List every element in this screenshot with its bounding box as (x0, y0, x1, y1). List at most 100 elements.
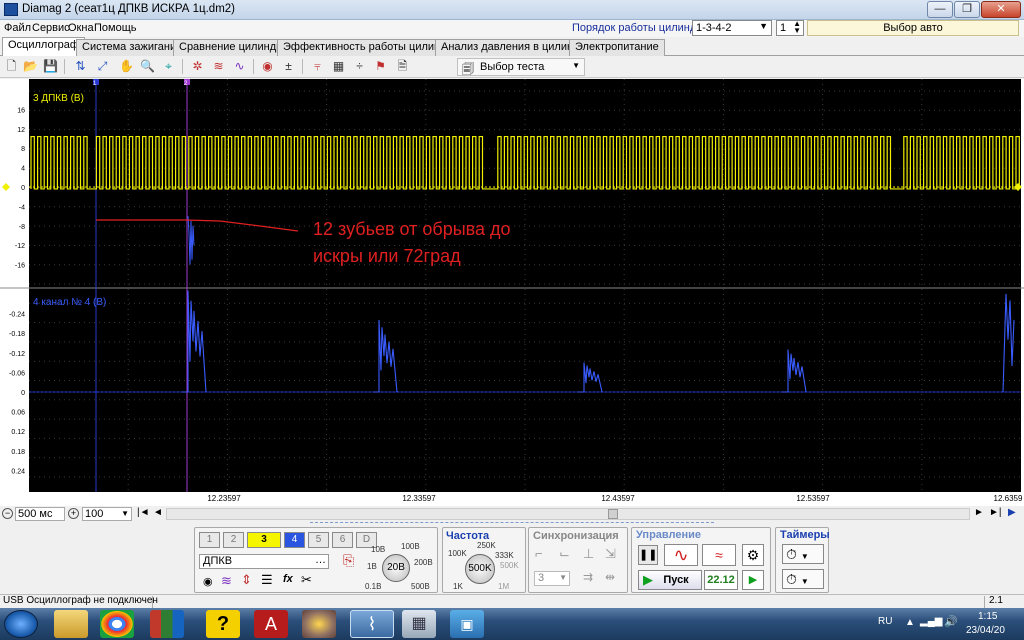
channel-button-2[interactable]: 2 (223, 532, 244, 548)
channel-button-1[interactable]: 1 (199, 532, 220, 548)
auto-mode-icon[interactable]: ⚙ (742, 544, 764, 566)
filter-icon[interactable]: ⌖ (160, 58, 177, 75)
auto-icon[interactable]: ◉ (259, 58, 276, 75)
test-select[interactable]: 🗐 Выбор теста ▼ (457, 58, 585, 76)
spectrum-icon[interactable]: ∿ (231, 58, 248, 75)
paint-icon[interactable] (302, 610, 336, 638)
sync-level-icon[interactable]: ⇉ (583, 570, 593, 584)
channel-button-3[interactable]: 3 (247, 532, 281, 548)
overlay-icon[interactable]: ✲ (189, 58, 206, 75)
tray-arrow-icon[interactable]: ▲ (905, 617, 915, 628)
channel-select[interactable]: ДПКВ … (199, 554, 329, 569)
table-icon[interactable]: ▦ (330, 58, 347, 75)
tab-oscilloscope[interactable]: Осциллограф (2, 37, 85, 56)
chrome-icon[interactable] (100, 610, 134, 638)
sync-shift-icon[interactable]: ⇹ (605, 570, 615, 584)
eye-icon[interactable]: ◉ (203, 575, 213, 588)
play-forward-icon[interactable]: ▶ (1008, 507, 1016, 518)
trigger-rising-icon[interactable]: ⌐ (535, 546, 543, 561)
pause-button[interactable]: ❚❚ (638, 545, 658, 565)
zero-level-icon[interactable]: ± (280, 58, 297, 75)
vertical-move-icon[interactable]: ⇕ (241, 572, 252, 588)
frequency-knob[interactable]: 500K (465, 554, 495, 584)
sync-channel-select[interactable]: 3 ▼ (534, 571, 570, 586)
tab-ignition[interactable]: Система зажигания (76, 39, 189, 56)
minimize-button[interactable]: — (927, 1, 953, 18)
zoom-icon[interactable]: 🔍 (139, 58, 156, 75)
calculator-icon[interactable]: ▦ (402, 610, 436, 638)
tab-power[interactable]: Электропитание (569, 39, 665, 56)
pdf-reader-icon[interactable]: A (254, 610, 288, 638)
timer-2-button[interactable]: ⏱ ▼ (782, 569, 824, 589)
channel-settings-icon[interactable]: ⎘ (343, 552, 354, 569)
toolbar-divider (64, 59, 65, 74)
oscilloscope-chart[interactable]: 12 1612840-4-8-12-163 ДПКВ (В) -0.24-0.1… (0, 79, 1024, 506)
image-viewer-icon[interactable]: ▣ (450, 610, 484, 638)
waves-icon[interactable]: ≋ (210, 58, 227, 75)
zoom-select[interactable]: 100 ▼ (82, 507, 132, 521)
timer-1-button[interactable]: ⏱ ▼ (782, 544, 824, 564)
network-icon[interactable]: ▂▄▆ (920, 616, 942, 627)
menu-help[interactable]: Помощь (94, 22, 137, 34)
clock-time: 1:15 (978, 611, 998, 622)
divide-icon[interactable]: ÷ (351, 58, 368, 75)
menu-file[interactable]: Файл (4, 22, 31, 34)
start-orb[interactable] (4, 610, 38, 638)
marker-flag-icon[interactable]: ⚑ (372, 58, 389, 75)
hand-pan-icon[interactable]: ✋ (118, 58, 135, 75)
explorer-icon[interactable] (54, 610, 88, 638)
oscilloscope-view[interactable]: 12 16 12 8 4 0 -4 -8 -12 -16 3 ДПКВ (В) -0.24 -0.1… (0, 79, 1024, 506)
wave-scale-icon[interactable]: ≋ (221, 573, 232, 589)
window-title: Diamag 2 (сеат1ц ДПКВ ИСКРА 1ц.dm2) (22, 3, 236, 15)
open-folder-icon[interactable]: 📂 (22, 58, 39, 75)
taskbar: ? A ⌇ ▦ ▣ RU ▲ ▂▄▆ 🔊 1:15 23/04/20 (0, 608, 1024, 640)
cylinder-order-select[interactable]: 1-3-4-2 ▼ (692, 20, 772, 36)
volt-mark-1: 1В (367, 562, 377, 571)
channel-button-4[interactable]: 4 (284, 532, 305, 548)
volume-icon[interactable]: 🔊 (944, 615, 958, 628)
scroll-end-icon[interactable]: ►| (989, 507, 1002, 518)
zoom-in-icon[interactable]: + (68, 508, 79, 519)
trigger-auto-icon[interactable]: ⇲ (605, 546, 616, 562)
save-icon[interactable]: 💾 (42, 58, 59, 75)
channel-button-6[interactable]: 6 (332, 532, 353, 548)
auto-select-button[interactable]: Выбор авто (807, 20, 1019, 36)
auto-play-icon[interactable]: ▶ (742, 570, 764, 590)
cursor-measure-icon[interactable]: ⤢ (94, 58, 111, 75)
start-button[interactable]: ▶ Пуск (638, 570, 702, 590)
cylinder-spin[interactable]: 1 ▲ ▼ (776, 20, 804, 36)
document-icon[interactable]: 🗎 (394, 58, 411, 75)
volt-mark-100: 100В (401, 542, 420, 551)
channel-filter-icon[interactable]: ⫧ (309, 58, 326, 75)
channel-button-5[interactable]: 5 (308, 532, 329, 548)
new-file-icon[interactable]: 🗋 (3, 58, 20, 75)
scroll-thumb[interactable] (608, 509, 618, 519)
menu-service[interactable]: Сервис (32, 22, 70, 34)
more-icon: … (315, 554, 326, 566)
close-button[interactable]: ✕ (981, 1, 1021, 18)
sine-mode-button[interactable]: ∿ (664, 544, 698, 566)
scroll-left-icon[interactable]: ◄ (153, 507, 163, 518)
horizontal-scrollbar[interactable] (166, 508, 970, 520)
noise-mode-button[interactable]: ≈ (702, 544, 736, 566)
scroll-right-icon[interactable]: ► (974, 507, 984, 518)
time-scale-select[interactable]: 500 мс (15, 507, 65, 521)
restore-button[interactable]: ❐ (954, 1, 980, 18)
volt-mark-0.1: 0.1В (365, 582, 382, 591)
menu-windows[interactable]: Окна (68, 22, 94, 34)
archiver-icon[interactable] (150, 610, 184, 638)
tools-icon[interactable]: ✂ (301, 572, 312, 588)
function-icon[interactable]: fx (283, 573, 293, 585)
version-button[interactable]: 22.12 (704, 570, 738, 590)
zoom-out-icon[interactable]: − (2, 508, 13, 519)
scroll-start-icon[interactable]: |◄ (137, 507, 150, 518)
fit-vertical-icon[interactable]: ⇅ (72, 58, 89, 75)
help-icon[interactable]: ? (206, 610, 240, 638)
ch4-tick: -0.06 (9, 370, 25, 377)
trigger-falling-icon[interactable]: ⌙ (559, 546, 570, 562)
lines-icon[interactable]: ☰ (261, 572, 273, 588)
trigger-pulse-icon[interactable]: ⊥ (583, 546, 594, 562)
voltage-knob[interactable]: 20В (382, 554, 410, 582)
diamag-task-icon[interactable]: ⌇ (350, 610, 394, 638)
language-indicator[interactable]: RU (878, 616, 892, 627)
